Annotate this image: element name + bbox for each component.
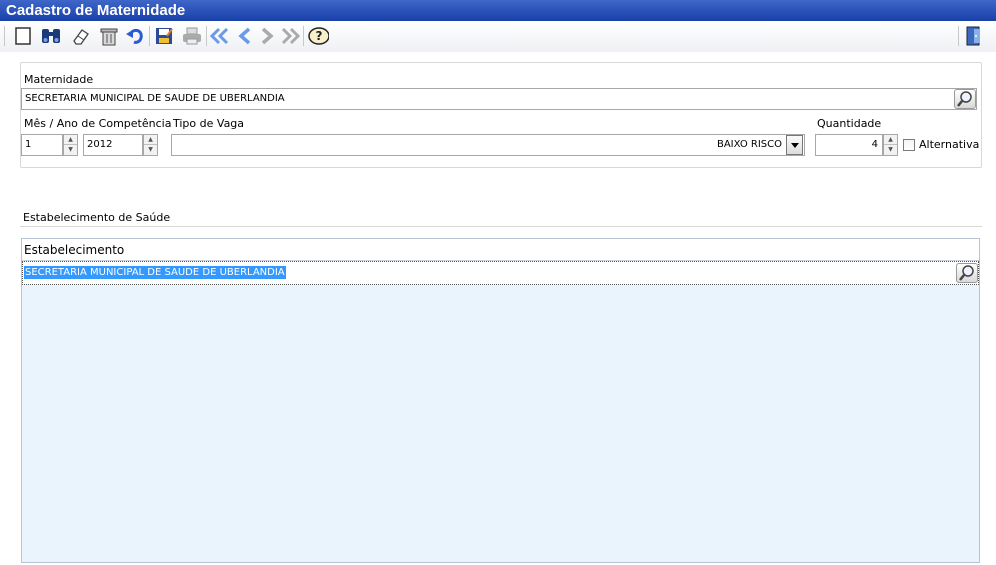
grid-header: Estabelecimento xyxy=(22,239,979,261)
last-record-icon[interactable] xyxy=(279,25,301,47)
toolbar: ? xyxy=(0,22,996,52)
svg-text:?: ? xyxy=(316,29,323,43)
estabelecimento-cell[interactable]: SECRETARIA MUNICIPAL DE SAUDE DE UBERLAN… xyxy=(24,266,286,279)
maternidade-value: SECRETARIA MUNICIPAL DE SAUDE DE UBERLAN… xyxy=(25,93,285,104)
spin-up-icon[interactable]: ▲ xyxy=(64,135,77,145)
help-icon[interactable]: ? xyxy=(307,25,329,47)
spin-up-icon[interactable]: ▲ xyxy=(144,135,157,145)
ano-value: 2012 xyxy=(87,139,113,150)
mes-spinner[interactable]: ▲ ▼ xyxy=(63,134,78,156)
competencia-label: Mês / Ano de Competência xyxy=(24,117,172,130)
alternativa-label: Alternativa xyxy=(919,138,980,151)
tipo-vaga-dropdown-button[interactable] xyxy=(786,135,803,155)
maternidade-label: Maternidade xyxy=(24,73,94,86)
estabelecimento-grid: Estabelecimento SECRETARIA MUNICIPAL DE … xyxy=(21,238,980,563)
quantidade-value: 4 xyxy=(871,139,878,150)
new-icon[interactable] xyxy=(12,25,34,47)
chevron-down-icon xyxy=(790,142,799,148)
toolbar-separator xyxy=(149,26,150,46)
tipo-vaga-label: Tipo de Vaga xyxy=(173,117,245,130)
maternidade-field[interactable]: SECRETARIA MUNICIPAL DE SAUDE DE UBERLAN… xyxy=(21,88,977,110)
estabelecimento-section-label: Estabelecimento de Saúde xyxy=(23,211,171,224)
undo-icon[interactable] xyxy=(124,25,146,47)
tipo-vaga-select[interactable]: BAIXO RISCO xyxy=(171,134,805,156)
save-icon[interactable] xyxy=(153,25,175,47)
first-record-icon[interactable] xyxy=(209,25,231,47)
maternidade-lookup-button[interactable] xyxy=(954,89,976,109)
magnifier-icon xyxy=(959,265,974,281)
estabelecimento-lookup-button[interactable] xyxy=(956,263,978,283)
toolbar-separator xyxy=(958,26,959,46)
ano-field[interactable]: 2012 xyxy=(83,134,143,156)
mes-value: 1 xyxy=(25,139,32,150)
tipo-vaga-value: BAIXO RISCO xyxy=(716,139,782,150)
column-header-estabelecimento[interactable]: Estabelecimento xyxy=(24,243,124,257)
maternidade-panel: Maternidade SECRETARIA MUNICIPAL DE SAUD… xyxy=(20,62,982,168)
toolbar-separator xyxy=(4,26,5,46)
spin-down-icon[interactable]: ▼ xyxy=(64,145,77,155)
table-row[interactable]: SECRETARIA MUNICIPAL DE SAUDE DE UBERLAN… xyxy=(22,261,979,285)
section-divider xyxy=(20,226,982,227)
magnifier-icon xyxy=(957,91,972,107)
print-icon[interactable] xyxy=(181,25,203,47)
delete-trash-icon[interactable] xyxy=(98,25,120,47)
next-record-icon[interactable] xyxy=(256,25,278,47)
spin-up-icon[interactable]: ▲ xyxy=(884,135,897,145)
window-title-bar: Cadastro de Maternidade xyxy=(0,0,996,21)
search-binoculars-icon[interactable] xyxy=(40,25,62,47)
toolbar-separator xyxy=(303,26,304,46)
spin-down-icon[interactable]: ▼ xyxy=(144,145,157,155)
exit-door-icon[interactable] xyxy=(963,25,985,47)
previous-record-icon[interactable] xyxy=(234,25,256,47)
toolbar-separator xyxy=(206,26,207,46)
quantidade-field[interactable]: 4 xyxy=(815,134,883,156)
ano-spinner[interactable]: ▲ ▼ xyxy=(143,134,158,156)
quantidade-spinner[interactable]: ▲ ▼ xyxy=(883,134,898,156)
spin-down-icon[interactable]: ▼ xyxy=(884,145,897,155)
quantidade-label: Quantidade xyxy=(817,117,882,130)
alternativa-checkbox[interactable] xyxy=(903,139,915,151)
clear-eraser-icon[interactable] xyxy=(70,25,92,47)
window-title: Cadastro de Maternidade xyxy=(6,2,186,19)
mes-field[interactable]: 1 xyxy=(21,134,63,156)
